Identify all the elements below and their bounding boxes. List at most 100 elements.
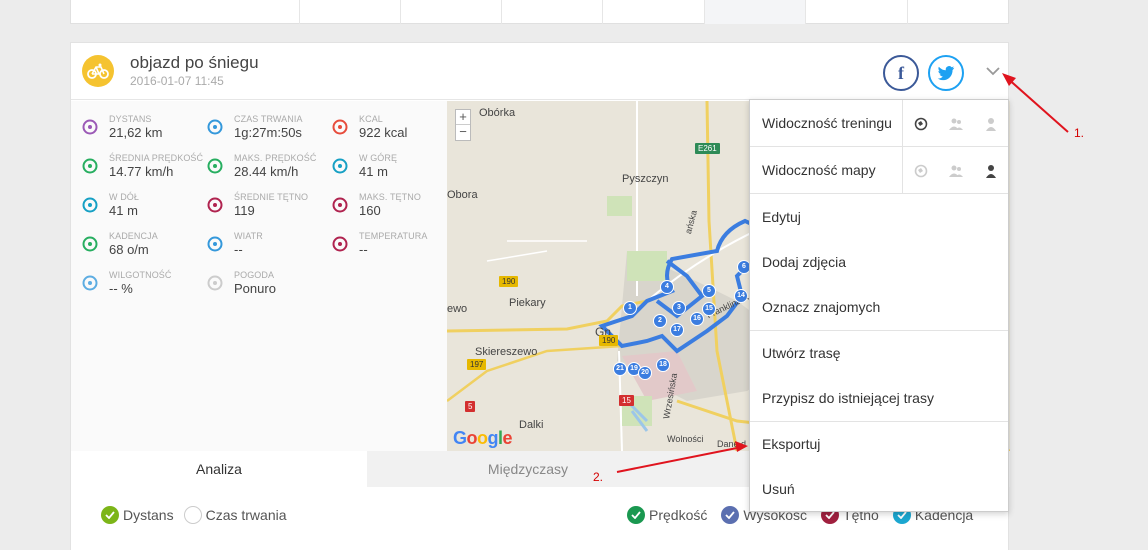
- private-icon[interactable]: [984, 117, 998, 131]
- stat-value: 41 m: [109, 203, 138, 218]
- map-place-label: Skiereszewo: [475, 346, 538, 358]
- strip-cell: [907, 0, 1009, 24]
- zoom-control: + −: [455, 109, 471, 141]
- activity-header: objazd po śniegu 2016-01-07 11:45 f: [71, 43, 1008, 100]
- training-visibility-label: Widoczność treningu: [762, 115, 892, 131]
- bicycle-icon: [82, 55, 114, 87]
- menu-edit[interactable]: Edytuj: [750, 195, 1008, 240]
- stat-label: W GÓRĘ: [359, 153, 398, 163]
- gauge-icon: [81, 157, 99, 175]
- route-marker[interactable]: 2: [653, 314, 667, 328]
- route-marker[interactable]: 14: [734, 289, 748, 303]
- twitter-icon[interactable]: [928, 55, 964, 91]
- thermometer-icon: [331, 235, 349, 253]
- stat-label: MAKS. TĘTNO: [359, 192, 421, 202]
- legend-distance[interactable]: Dystans: [123, 507, 174, 523]
- unchecked-icon[interactable]: [183, 506, 202, 524]
- legend-speed[interactable]: Prędkość: [649, 507, 707, 523]
- stat-label: TEMPERATURA: [359, 231, 428, 241]
- facebook-icon[interactable]: f: [883, 55, 919, 91]
- stat-label: ŚREDNIE TĘTNO: [234, 192, 309, 202]
- map-place-label: Piekary: [509, 297, 546, 309]
- check-icon[interactable]: [627, 506, 645, 524]
- menu-add-photos[interactable]: Dodaj zdjęcia: [750, 240, 1008, 285]
- previous-card-strip: [70, 0, 1009, 24]
- map-place-label: Obora: [447, 189, 478, 201]
- route-marker[interactable]: 1: [623, 301, 637, 315]
- strip-cell: [400, 0, 501, 24]
- menu-export[interactable]: Eksportuj: [750, 422, 1008, 467]
- stat-value: --: [234, 242, 243, 257]
- route-marker[interactable]: 18: [656, 358, 670, 372]
- stat-label: WILGOTNOŚĆ: [109, 270, 172, 280]
- road-number: 190: [599, 335, 619, 346]
- ascent-icon: [331, 157, 349, 175]
- public-icon[interactable]: [914, 164, 928, 178]
- stat-w-górę: W GÓRĘ 41 m: [321, 153, 446, 187]
- stat-wiatr: WIATR --: [196, 231, 321, 265]
- chevron-down-icon[interactable]: [983, 61, 1003, 81]
- flame-icon: [331, 118, 349, 136]
- menu-tag-friends[interactable]: Oznacz znajomych: [750, 285, 1008, 330]
- distance-icon: [81, 118, 99, 136]
- stat-value: 1g:27m:50s: [234, 125, 302, 140]
- route-marker[interactable]: 5: [702, 284, 716, 298]
- stat-value: 14.77 km/h: [109, 164, 174, 179]
- route-marker[interactable]: 4: [660, 280, 674, 294]
- route-marker[interactable]: 21: [613, 362, 627, 376]
- stat-label: KADENCJA: [109, 231, 158, 241]
- route-marker[interactable]: 17: [670, 323, 684, 337]
- map-street-label: Wolności: [667, 434, 704, 444]
- annotation-step-2: 2.: [593, 470, 604, 484]
- map-place-label: Dalki: [519, 419, 544, 431]
- route-marker[interactable]: 20: [638, 366, 652, 380]
- map-place-label: Obórka: [479, 107, 516, 119]
- route-marker[interactable]: 15: [702, 302, 716, 316]
- zoom-out-button[interactable]: −: [456, 125, 470, 140]
- public-icon[interactable]: [914, 117, 928, 131]
- route-marker[interactable]: 3: [672, 301, 686, 315]
- map-street-label: Dane d: [717, 439, 747, 449]
- stat-dystans: DYSTANS 21,62 km: [71, 114, 196, 148]
- stat-value: Ponuro: [234, 281, 276, 296]
- menu-create-route[interactable]: Utwórz trasę: [750, 331, 1008, 376]
- stat-value: 21,62 km: [109, 125, 163, 140]
- road-number: 5: [465, 401, 476, 412]
- strip-cell: [704, 0, 805, 24]
- activity-date: 2016-01-07 11:45: [130, 74, 224, 88]
- descent-icon: [81, 196, 99, 214]
- check-icon[interactable]: [101, 506, 119, 524]
- strip-cell: [299, 0, 400, 24]
- map-visibility-label: Widoczność mapy: [762, 162, 876, 178]
- stat-label: POGODA: [234, 270, 275, 280]
- stat-label: CZAS TRWANIA: [234, 114, 303, 124]
- road-number: E261: [695, 143, 720, 154]
- road-number: 15: [619, 395, 634, 406]
- stat-pogoda: POGODA Ponuro: [196, 270, 321, 304]
- friends-icon[interactable]: [948, 164, 963, 178]
- legend-duration[interactable]: Czas trwania: [206, 507, 287, 523]
- zoom-in-button[interactable]: +: [456, 110, 470, 125]
- wind-icon: [206, 235, 224, 253]
- cloud-icon: [206, 274, 224, 292]
- private-icon[interactable]: [984, 164, 998, 178]
- visibility-options: [902, 147, 1008, 194]
- stat-value: -- %: [109, 281, 133, 296]
- activity-title[interactable]: objazd po śniegu: [130, 53, 259, 73]
- stat-label: ŚREDNIA PRĘDKOŚĆ: [109, 153, 204, 163]
- stat-temperatura: TEMPERATURA --: [321, 231, 446, 265]
- stat-label: KCAL: [359, 114, 383, 124]
- route-marker[interactable]: 16: [690, 312, 704, 326]
- menu-delete[interactable]: Usuń: [750, 467, 1008, 512]
- tab-splits[interactable]: Międzyczasy: [367, 451, 689, 487]
- stat-label: W DÓŁ: [109, 192, 140, 202]
- stat-value: --: [359, 242, 368, 257]
- menu-assign-route[interactable]: Przypisz do istniejącej trasy: [750, 376, 1008, 421]
- check-icon[interactable]: [721, 506, 740, 524]
- arrow-line-1: [1005, 76, 1069, 133]
- tab-analysis[interactable]: Analiza: [71, 451, 367, 487]
- friends-icon[interactable]: [948, 117, 963, 131]
- visibility-options: [902, 100, 1008, 147]
- activity-options-menu: Widoczność treningu Widoczność mapy Edyt…: [749, 99, 1009, 512]
- stats-panel: DYSTANS 21,62 km CZAS TRWANIA 1g:27m:50s KCA…: [71, 101, 447, 451]
